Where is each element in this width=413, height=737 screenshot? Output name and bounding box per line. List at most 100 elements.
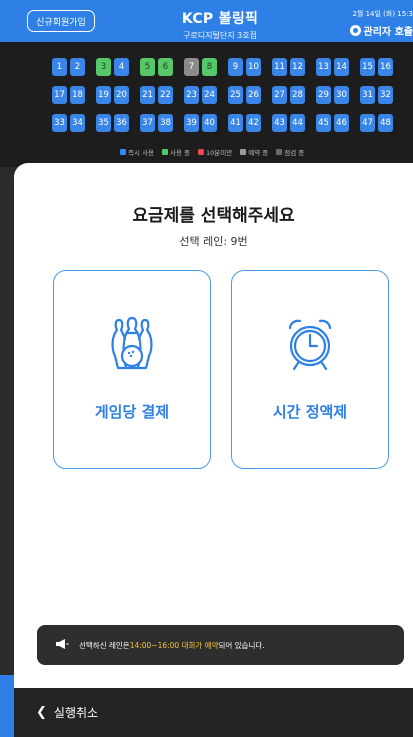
lane-button-17[interactable]: 17 [52, 86, 67, 104]
lane-button-15[interactable]: 15 [360, 58, 375, 76]
lane-pair: 23 24 [184, 86, 217, 104]
lane-button-5[interactable]: 5 [140, 58, 155, 76]
legend-swatch-icon [198, 149, 205, 155]
lane-button-46[interactable]: 46 [334, 114, 349, 132]
lane-button-12[interactable]: 12 [290, 58, 305, 76]
bowling-pins-icon [106, 316, 158, 378]
lane-button-33[interactable]: 33 [52, 114, 67, 132]
chevron-left-icon: ❮ [36, 705, 47, 720]
lane-button-44[interactable]: 44 [290, 114, 305, 132]
lane-pair: 47 48 [360, 114, 393, 132]
left-accent [0, 675, 14, 737]
lane-button-40[interactable]: 40 [202, 114, 217, 132]
time-plan-option[interactable]: 시간 정액제 [231, 270, 389, 469]
signup-button[interactable]: 신규회원가입 [27, 10, 95, 32]
lane-status-panel: 1 2 3 4 5 6 7 8 9 10 11 12 13 14 15 16 17 18 19 20 21 22 23 24 2… [0, 42, 413, 167]
admin-call-button[interactable]: 관리자 호출 [349, 23, 413, 38]
lane-pair: 37 38 [140, 114, 173, 132]
lane-button-11[interactable]: 11 [272, 58, 287, 76]
legend-label: 즉시 사용 [128, 149, 154, 157]
brand-title: KCP 볼링픽 [181, 11, 259, 27]
lane-pair: 19 20 [96, 86, 129, 104]
lane-pair: 33 34 [52, 114, 85, 132]
lane-button-3[interactable]: 3 [96, 58, 111, 76]
lane-button-41[interactable]: 41 [228, 114, 243, 132]
lane-button-28[interactable]: 28 [290, 86, 305, 104]
legend-swatch-icon [162, 149, 168, 155]
lane-button-38[interactable]: 38 [158, 114, 173, 132]
branch-location: 구로디지털단지 3호점 [183, 31, 257, 40]
lane-button-22[interactable]: 22 [158, 86, 173, 104]
lane-pair: 56 [140, 58, 173, 76]
lane-pair: 34 [96, 58, 129, 76]
lane-button-21[interactable]: 21 [140, 86, 155, 104]
lane-button-1[interactable]: 1 [52, 58, 67, 76]
lane-button-24[interactable]: 24 [202, 86, 217, 104]
lane-button-7[interactable]: 7 [184, 58, 199, 76]
lane-row: 17 18 19 20 21 22 23 24 25 26 27 28 29 30 31 32 [52, 86, 393, 104]
selected-lane-label: 선택 레인: 9번 [179, 235, 248, 248]
lane-button-16[interactable]: 16 [378, 58, 393, 76]
notice-suffix: 되어 있습니다. [218, 640, 265, 650]
lane-button-23[interactable]: 23 [184, 86, 199, 104]
lane-pair: 9 10 [228, 58, 261, 76]
lane-button-29[interactable]: 29 [316, 86, 331, 104]
lane-button-48[interactable]: 48 [378, 114, 393, 132]
lane-button-47[interactable]: 47 [360, 114, 375, 132]
lane-button-14[interactable]: 14 [334, 58, 349, 76]
lane-pair: 17 18 [52, 86, 85, 104]
lane-button-42[interactable]: 42 [246, 114, 261, 132]
lane-button-27[interactable]: 27 [272, 86, 287, 104]
lane-button-2[interactable]: 2 [70, 58, 85, 76]
lane-pair: 45 46 [316, 114, 349, 132]
lane-button-20[interactable]: 20 [114, 86, 129, 104]
lane-button-19[interactable]: 19 [96, 86, 111, 104]
legend-item: 즉시 사용 [120, 147, 154, 157]
lane-button-43[interactable]: 43 [272, 114, 287, 132]
lane-button-26[interactable]: 26 [246, 86, 261, 104]
lane-button-37[interactable]: 37 [140, 114, 155, 132]
lane-pair: 41 42 [228, 114, 261, 132]
legend-swatch-icon [240, 149, 247, 155]
lane-button-39[interactable]: 39 [184, 114, 199, 132]
legend-item: 점검 중 [276, 147, 304, 157]
bell-icon [349, 25, 361, 36]
legend-swatch-icon [276, 149, 283, 155]
lane-button-36[interactable]: 36 [114, 114, 129, 132]
legend-label: 점검 중 [284, 149, 305, 157]
lane-button-35[interactable]: 35 [96, 114, 111, 132]
per-game-option[interactable]: 게임당 결제 [53, 270, 211, 469]
lane-pair: 11 12 [272, 58, 305, 76]
lane-button-30[interactable]: 30 [334, 86, 349, 104]
lane-button-18[interactable]: 18 [70, 86, 85, 104]
per-game-label: 게임당 결제 [94, 403, 170, 421]
lane-button-6[interactable]: 6 [158, 58, 173, 76]
lane-grid: 1 2 3 4 5 6 7 8 9 10 11 12 13 14 15 16 17 18 19 20 21 22 23 24 2… [52, 58, 393, 142]
lane-pair: 43 44 [272, 114, 305, 132]
alarm-clock-icon [284, 316, 336, 376]
lane-button-45[interactable]: 45 [316, 114, 331, 132]
lane-pair: 31 32 [360, 86, 393, 104]
lane-button-25[interactable]: 25 [228, 86, 243, 104]
lane-button-31[interactable]: 31 [360, 86, 375, 104]
lane-pair: 21 22 [140, 86, 173, 104]
legend-label: 예약 중 [248, 149, 269, 157]
lane-row: 33 34 35 36 37 38 39 40 41 42 43 44 45 46 47 48 [52, 114, 393, 132]
lane-button-13[interactable]: 13 [316, 58, 331, 76]
lane-button-8[interactable]: 8 [202, 58, 217, 76]
lane-button-10[interactable]: 10 [246, 58, 261, 76]
cancel-button[interactable]: ❮ 실행취소 [14, 688, 413, 737]
lane-button-32[interactable]: 32 [378, 86, 393, 104]
legend-label: 사용 중 [170, 149, 191, 157]
lane-pair: 13 14 [316, 58, 349, 76]
time-plan-label: 시간 정액제 [272, 403, 348, 421]
lane-button-9[interactable]: 9 [228, 58, 243, 76]
lane-pair: 29 30 [316, 86, 349, 104]
admin-call-label: 관리자 호출 [363, 27, 413, 38]
lane-button-34[interactable]: 34 [70, 114, 85, 132]
notice-prefix: 선택하신 레인은 [79, 640, 130, 650]
legend-swatch-icon [120, 149, 126, 155]
lane-row: 1 2 3 4 5 6 7 8 9 10 11 12 13 14 15 16 [52, 58, 393, 76]
lane-button-4[interactable]: 4 [114, 58, 129, 76]
lane-legend: 즉시 사용 사용 중 10분미만 예약 중 점검 중 [120, 147, 304, 157]
